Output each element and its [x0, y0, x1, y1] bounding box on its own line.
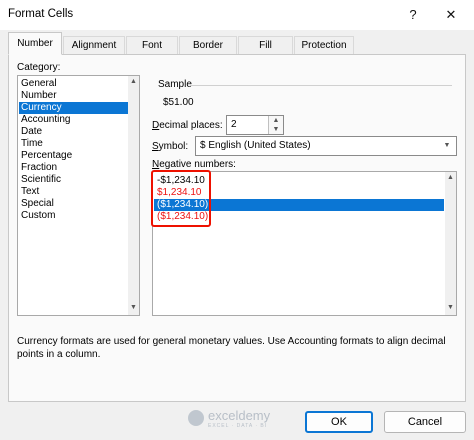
scroll-up-icon[interactable]: ▲ — [128, 78, 139, 85]
scroll-down-icon[interactable]: ▼ — [445, 304, 456, 311]
format-description: Currency formats are used for general mo… — [17, 336, 446, 360]
category-item-custom[interactable]: Custom — [19, 210, 129, 222]
logo-icon — [188, 410, 204, 426]
annotation-highlight-box — [151, 170, 211, 227]
category-item-percentage[interactable]: Percentage — [19, 150, 129, 162]
category-item-special[interactable]: Special — [19, 198, 129, 210]
spinner-buttons[interactable]: ▲ ▼ — [268, 116, 283, 134]
category-item-fraction[interactable]: Fraction — [19, 162, 129, 174]
category-listbox[interactable]: General Number Currency Accounting Date … — [17, 75, 140, 316]
tab-border[interactable]: Border — [179, 36, 237, 54]
tab-number[interactable]: Number — [8, 32, 62, 55]
symbol-label: Symbol: — [152, 141, 189, 152]
category-item-date[interactable]: Date — [19, 126, 129, 138]
scroll-up-icon[interactable]: ▲ — [445, 174, 456, 181]
category-item-scientific[interactable]: Scientific — [19, 174, 129, 186]
negative-numbers-label: Negative numbers: — [152, 159, 236, 170]
tab-fill[interactable]: Fill — [238, 36, 293, 54]
category-item-time[interactable]: Time — [19, 138, 129, 150]
category-label: Category: — [17, 62, 61, 73]
sample-value: $51.00 — [163, 97, 194, 108]
ok-button[interactable]: OK — [305, 411, 373, 433]
category-item-text[interactable]: Text — [19, 186, 129, 198]
close-button[interactable]: ✕ — [440, 4, 462, 26]
spin-down-icon[interactable]: ▼ — [269, 125, 283, 134]
watermark-tagline: EXCEL · DATA · BI — [208, 423, 268, 429]
decimal-places-value: 2 — [231, 119, 237, 130]
tab-font[interactable]: Font — [126, 36, 178, 54]
sample-group-line — [190, 85, 452, 86]
category-scrollbar[interactable]: ▲ ▼ — [128, 76, 139, 315]
spin-up-icon[interactable]: ▲ — [269, 116, 283, 125]
symbol-value: $ English (United States) — [200, 140, 311, 151]
scroll-down-icon[interactable]: ▼ — [128, 304, 139, 311]
category-item-accounting[interactable]: Accounting — [19, 114, 129, 126]
symbol-dropdown[interactable]: $ English (United States) ▼ — [195, 136, 457, 156]
decimal-places-spinner[interactable]: 2 ▲ ▼ — [226, 115, 284, 135]
chevron-down-icon[interactable]: ▼ — [441, 137, 453, 155]
category-item-currency[interactable]: Currency — [19, 102, 129, 114]
tab-protection[interactable]: Protection — [294, 36, 354, 54]
sample-label: Sample — [158, 79, 192, 90]
category-item-general[interactable]: General — [19, 78, 129, 90]
help-button[interactable]: ? — [402, 4, 424, 26]
cancel-button[interactable]: Cancel — [384, 411, 466, 433]
watermark-name: exceldemy — [208, 408, 271, 423]
dialog-title: Format Cells — [8, 8, 74, 20]
decimal-places-label: Decimal places: — [152, 120, 223, 131]
watermark-logo: exceldemy EXCEL · DATA · BI — [188, 407, 293, 433]
category-item-number[interactable]: Number — [19, 90, 129, 102]
negative-numbers-scrollbar[interactable]: ▲ ▼ — [445, 172, 456, 315]
tab-alignment[interactable]: Alignment — [63, 36, 125, 54]
